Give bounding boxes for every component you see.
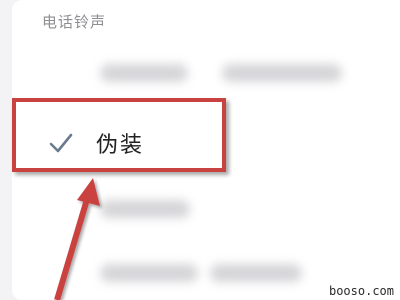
blurred-option[interactable] bbox=[100, 64, 188, 82]
section-title: 电话铃声 bbox=[42, 13, 107, 31]
watermark: booso.com bbox=[328, 284, 394, 298]
blurred-option[interactable] bbox=[210, 264, 302, 282]
checkmark-icon bbox=[49, 133, 73, 153]
option-label: 伪装 bbox=[96, 133, 145, 158]
blurred-option[interactable] bbox=[100, 200, 190, 218]
blurred-option[interactable] bbox=[100, 264, 198, 282]
blurred-option[interactable] bbox=[222, 64, 342, 82]
